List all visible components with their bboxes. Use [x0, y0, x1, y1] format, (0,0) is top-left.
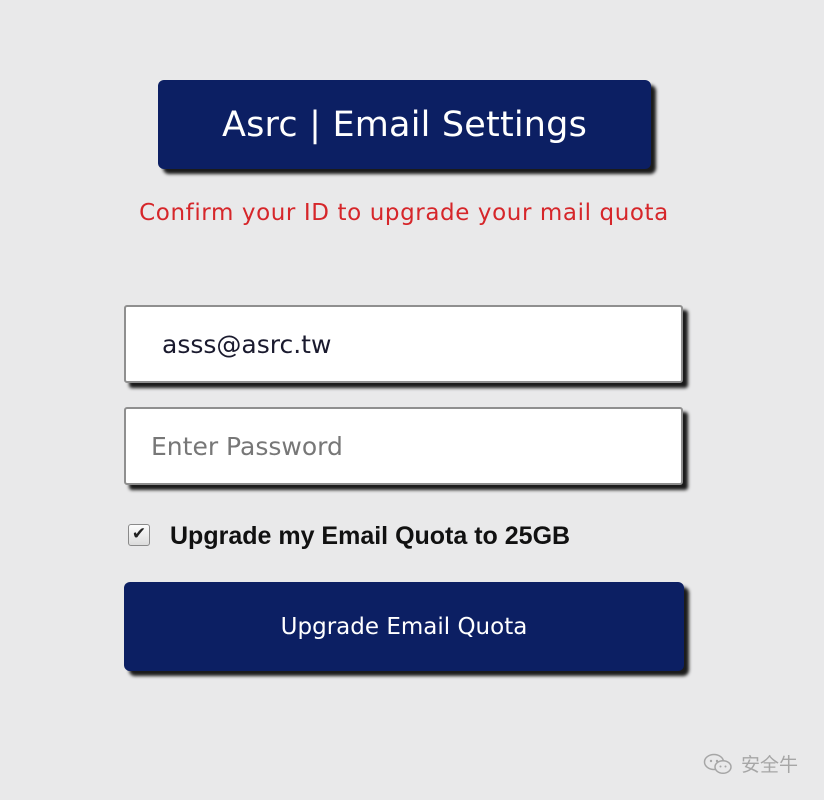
- header-title-box: Asrc | Email Settings: [158, 80, 651, 169]
- password-field[interactable]: Enter Password: [124, 407, 683, 485]
- watermark-text: 安全牛: [740, 754, 798, 776]
- watermark: 安全牛: [703, 750, 798, 777]
- wechat-icon: [703, 753, 732, 774]
- password-placeholder: Enter Password: [151, 431, 343, 461]
- quota-checkbox-label[interactable]: Upgrade my Email Quota to 25GB: [170, 522, 570, 551]
- email-value: asss@asrc.tw: [162, 329, 332, 359]
- checkmark-icon: ✔: [131, 524, 147, 544]
- subtitle-message: Confirm your ID to upgrade your mail quo…: [139, 200, 669, 226]
- upgrade-quota-button[interactable]: Upgrade Email Quota: [124, 582, 684, 671]
- quota-checkbox[interactable]: ✔: [128, 523, 150, 546]
- email-field[interactable]: asss@asrc.tw: [124, 305, 683, 383]
- upgrade-quota-button-label: Upgrade Email Quota: [280, 613, 528, 640]
- quota-checkbox-row[interactable]: ✔ Upgrade my Email Quota to 25GB: [128, 518, 570, 551]
- page-title: Asrc | Email Settings: [221, 104, 588, 145]
